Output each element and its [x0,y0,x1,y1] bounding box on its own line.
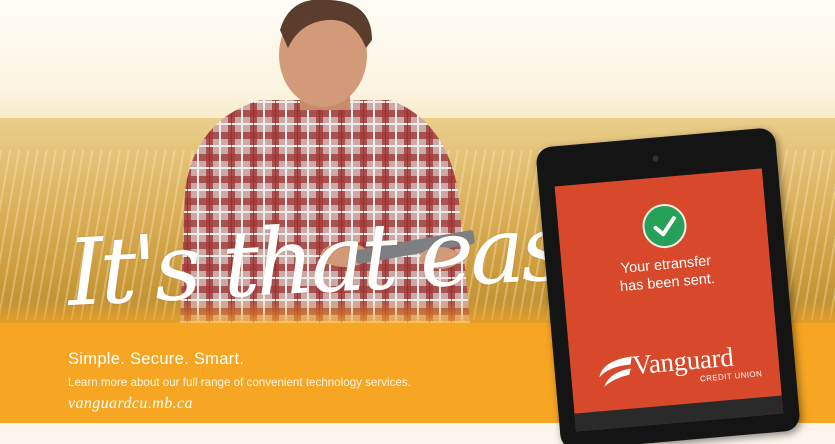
swoosh-icon [599,356,632,387]
description-text: Learn more about our full range of conve… [68,376,411,389]
checkmark-icon [640,202,689,250]
camera-icon [652,155,659,162]
confirmation-message: Your etransfer has been sent. [562,247,772,301]
tablet-dock [574,395,784,432]
website-link[interactable]: vanguardcu.mb.ca [68,395,193,413]
vanguard-logo: Vanguard CREDIT UNION [593,339,766,396]
tagline: Simple. Secure. Smart. [68,350,245,368]
tablet-screen: Your etransfer has been sent. Vanguard C… [554,168,784,432]
advertisement-banner: It's that easy! Simple. Secure. Smart. L… [0,0,835,444]
tablet-device: Your etransfer has been sent. Vanguard C… [535,127,801,444]
